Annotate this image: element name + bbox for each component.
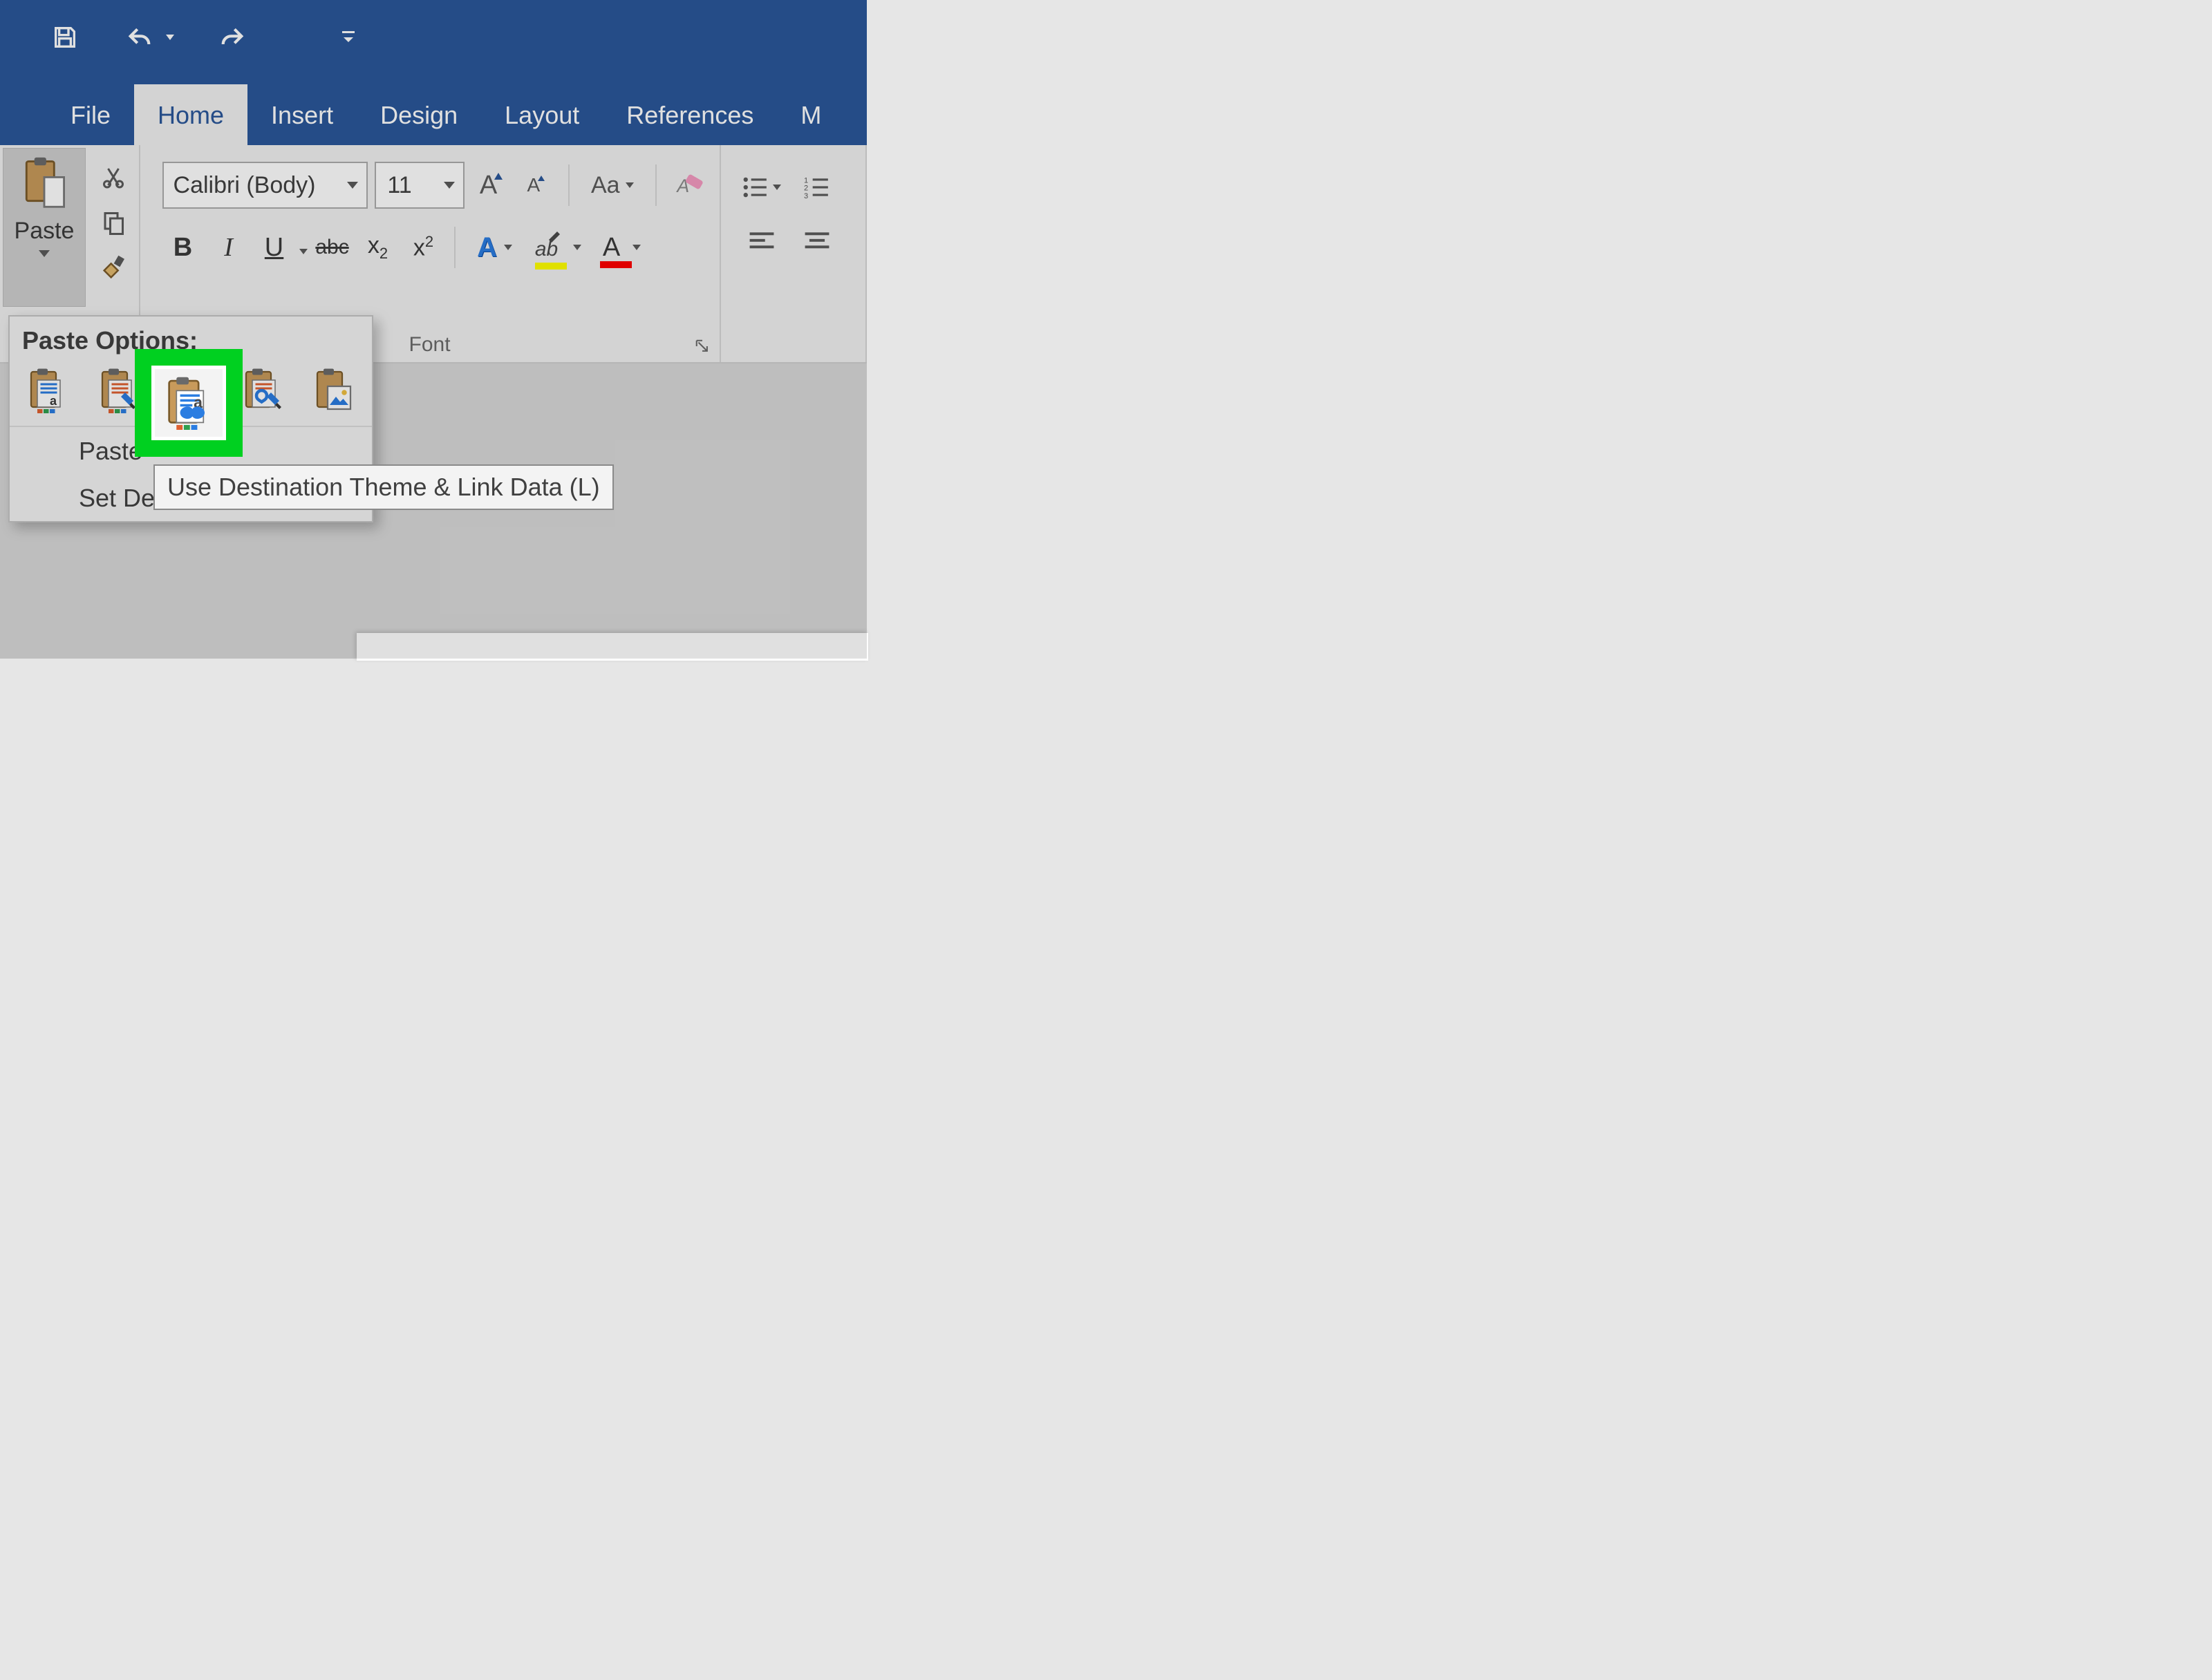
numbering-button[interactable]: 1 2 3	[796, 166, 838, 209]
numbering-icon: 1 2 3	[804, 176, 830, 198]
align-center-button[interactable]	[796, 220, 838, 263]
strikethrough-button[interactable]: abc	[312, 236, 353, 259]
customize-qat-icon[interactable]	[332, 21, 365, 54]
paste-option-tooltip: Use Destination Theme & Link Data (L)	[153, 464, 614, 510]
paste-link-destination-theme-icon: a	[164, 376, 214, 430]
font-size-combo[interactable]: 11	[375, 162, 465, 209]
italic-button[interactable]: I	[208, 232, 250, 263]
format-painter-button[interactable]	[97, 252, 130, 285]
underline-dropdown-icon[interactable]	[299, 249, 308, 254]
tab-insert[interactable]: Insert	[247, 84, 357, 145]
subscript-button[interactable]: x2	[357, 232, 399, 263]
tab-home[interactable]: Home	[134, 84, 247, 145]
copy-icon	[101, 209, 126, 236]
chevron-down-icon	[573, 245, 581, 250]
quick-access-toolbar	[0, 0, 867, 75]
clear-formatting-button[interactable]: A	[671, 164, 707, 206]
undo-dropdown-icon[interactable]	[166, 35, 174, 40]
chevron-down-icon	[773, 185, 781, 190]
annotation-highlight: a	[135, 349, 243, 457]
ribbon-tabs: File Home Insert Design Layout Reference…	[0, 75, 867, 145]
text-effects-button[interactable]: A	[465, 227, 525, 268]
align-left-button[interactable]	[740, 220, 783, 263]
bullets-button[interactable]	[740, 166, 783, 209]
copy-button[interactable]	[97, 206, 130, 239]
grow-font-button[interactable]: A	[473, 164, 509, 206]
separator	[655, 164, 657, 206]
tab-design[interactable]: Design	[357, 84, 481, 145]
group-paragraph: 1 2 3	[721, 145, 867, 362]
font-name-value: Calibri (Body)	[174, 172, 316, 199]
superscript-button[interactable]: x2	[403, 233, 444, 261]
redo-icon[interactable]	[216, 21, 249, 54]
eraser-icon: A	[673, 171, 704, 199]
font-size-value: 11	[387, 172, 411, 199]
paste-icon	[20, 155, 68, 211]
chevron-down-icon	[626, 182, 634, 188]
svg-text:3: 3	[804, 192, 808, 198]
align-center-icon	[804, 230, 830, 252]
scissors-icon	[101, 163, 126, 191]
paste-dropdown-icon[interactable]	[39, 250, 50, 257]
caret-up-icon	[538, 176, 545, 182]
chevron-down-icon	[504, 245, 512, 250]
chevron-down-icon	[347, 182, 358, 189]
change-case-button[interactable]: Aa	[583, 164, 641, 206]
shrink-font-button[interactable]: A	[518, 164, 554, 206]
chevron-down-icon	[632, 245, 641, 250]
paste-button[interactable]: Paste	[3, 148, 86, 307]
paste-link-destination-theme-highlighted[interactable]: a	[151, 366, 226, 440]
paste-keep-source-formatting[interactable]: a	[22, 365, 73, 416]
align-left-icon	[749, 230, 775, 252]
pen-icon	[547, 229, 561, 243]
font-dialog-launcher-icon[interactable]	[695, 339, 710, 354]
svg-text:a: a	[50, 394, 57, 408]
cut-button[interactable]	[97, 160, 130, 194]
document-page[interactable]	[357, 633, 868, 661]
paste-link-source-formatting[interactable]	[237, 365, 288, 416]
tab-layout[interactable]: Layout	[481, 84, 603, 145]
bold-button[interactable]: B	[162, 233, 204, 263]
tab-next-partial[interactable]: M	[777, 84, 845, 145]
font-name-combo[interactable]: Calibri (Body)	[162, 162, 368, 209]
paintbrush-icon	[100, 253, 127, 283]
paste-button-label: Paste	[15, 218, 75, 245]
separator	[568, 164, 570, 206]
paste-picture[interactable]	[308, 365, 359, 416]
chevron-down-icon	[444, 182, 455, 189]
tab-file[interactable]: File	[47, 84, 134, 145]
save-icon[interactable]	[48, 21, 82, 54]
highlight-color-button[interactable]: ab	[529, 227, 588, 268]
font-color-button[interactable]: A	[592, 227, 652, 268]
bullets-icon	[742, 176, 769, 198]
underline-button[interactable]: U	[254, 233, 295, 263]
tab-references[interactable]: References	[603, 84, 777, 145]
undo-icon[interactable]	[123, 21, 156, 54]
separator	[454, 227, 456, 268]
